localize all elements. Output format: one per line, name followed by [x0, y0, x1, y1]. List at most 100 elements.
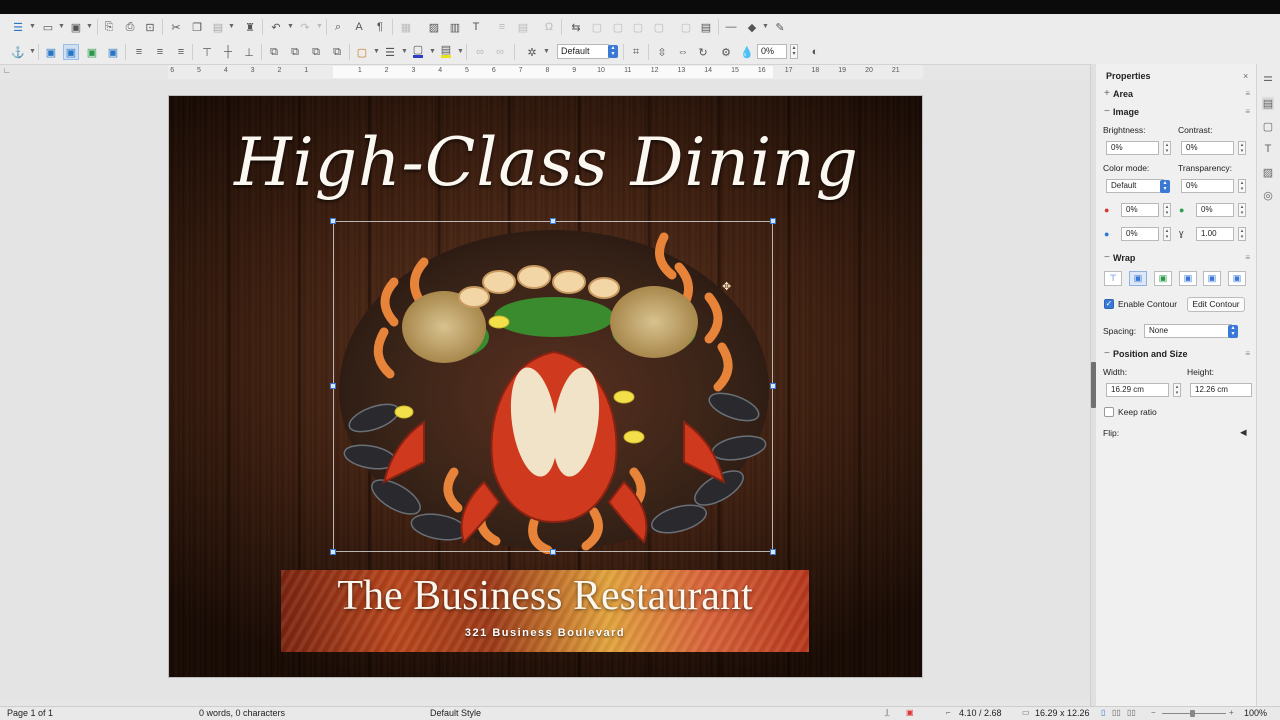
chevron-down-icon[interactable]: ▼: [543, 48, 550, 55]
align-bottom-icon[interactable]: ⊥: [241, 44, 257, 60]
ruler-tab-icon[interactable]: ∟: [3, 66, 11, 75]
collapse-icon[interactable]: −: [1104, 106, 1110, 117]
wrap-through-icon[interactable]: ▣: [105, 44, 121, 60]
resize-handle-bottom-left[interactable]: [330, 549, 336, 555]
send-backward-icon[interactable]: ⧉: [308, 44, 324, 60]
align-left-icon[interactable]: ≡: [131, 44, 147, 60]
background-color-icon[interactable]: ▤: [438, 44, 454, 60]
width-field[interactable]: 16.29 cm: [1106, 383, 1169, 397]
find-replace-icon[interactable]: ⌕: [330, 19, 346, 35]
insert-chart-icon[interactable]: ▥: [447, 19, 463, 35]
clone-formatting-icon[interactable]: ♜: [242, 19, 258, 35]
transparency-field[interactable]: 0%: [757, 44, 787, 59]
gamma-field[interactable]: 1.00: [1196, 227, 1234, 241]
rotate-icon[interactable]: ↻: [695, 44, 711, 60]
send-to-back-icon[interactable]: ⧉: [329, 44, 345, 60]
collapse-icon[interactable]: −: [1104, 348, 1110, 359]
green-field[interactable]: 0%: [1196, 203, 1234, 217]
color-icon[interactable]: ◐: [807, 44, 823, 60]
navigator-tab-icon[interactable]: ◎: [1262, 189, 1274, 202]
chevron-down-icon[interactable]: ▼: [86, 23, 93, 30]
insert-textbox-icon[interactable]: T: [468, 19, 484, 35]
wrap-after-button[interactable]: ▣: [1203, 271, 1221, 286]
blue-field[interactable]: 0%: [1121, 227, 1159, 241]
brightness-field[interactable]: 0%: [1106, 141, 1159, 155]
align-middle-icon[interactable]: ┼: [220, 44, 236, 60]
undo-icon[interactable]: ↶: [268, 19, 284, 35]
red-spinner[interactable]: ▴ ▾: [1163, 203, 1171, 217]
align-top-icon[interactable]: ⊤: [199, 44, 215, 60]
flip-vertical-icon[interactable]: ⇳: [654, 44, 670, 60]
resize-handle-bottom[interactable]: [550, 549, 556, 555]
section-menu-icon[interactable]: ≡: [1245, 349, 1250, 358]
wrap-before-button[interactable]: ▣: [1179, 271, 1197, 286]
resize-handle-bottom-right[interactable]: [770, 549, 776, 555]
track-changes-icon[interactable]: ▤: [698, 19, 714, 35]
print-preview-icon[interactable]: ⊡: [142, 19, 158, 35]
resize-handle-top-right[interactable]: [770, 218, 776, 224]
redo-icon[interactable]: ↷: [297, 19, 313, 35]
insert-table-icon[interactable]: ▦: [398, 19, 414, 35]
blue-spinner[interactable]: ▴ ▾: [1163, 227, 1171, 241]
color-mode-dropdown-icon[interactable]: ▴ ▾: [1160, 180, 1170, 193]
restaurant-banner[interactable]: The Business Restaurant 321 Business Bou…: [281, 570, 809, 652]
chevron-down-icon[interactable]: ▼: [58, 23, 65, 30]
page-style[interactable]: Default Style: [430, 708, 481, 718]
flip-horizontal-icon[interactable]: ⇔: [675, 44, 691, 60]
chevron-down-icon[interactable]: ▼: [429, 48, 436, 55]
cross-reference-icon[interactable]: ▢: [651, 19, 667, 35]
spacing-dropdown-icon[interactable]: ▴ ▾: [1228, 325, 1238, 338]
wrap-section-header[interactable]: − Wrap ≡: [1100, 252, 1252, 266]
spelling-icon[interactable]: A: [351, 19, 367, 35]
image-filter-icon[interactable]: ✲: [524, 44, 540, 60]
flip-dropdown-icon[interactable]: ◀: [1240, 427, 1247, 438]
chevron-down-icon[interactable]: ▼: [373, 48, 380, 55]
image-properties-icon[interactable]: ⚙: [718, 44, 734, 60]
basic-shapes-icon[interactable]: ◆: [744, 19, 760, 35]
transparency-field[interactable]: 0%: [1181, 179, 1234, 193]
endnote-icon[interactable]: ▢: [610, 19, 626, 35]
chevron-down-icon[interactable]: ▼: [401, 48, 408, 55]
footnote-icon[interactable]: ▢: [589, 19, 605, 35]
wrap-optimal-icon[interactable]: ▣: [84, 44, 100, 60]
wrap-page-icon[interactable]: ▣: [63, 44, 79, 60]
transparency-spinner[interactable]: ▴ ▾: [790, 44, 798, 59]
image-selection-frame[interactable]: [333, 221, 773, 552]
insert-line-icon[interactable]: —: [723, 19, 739, 35]
green-spinner[interactable]: ▴ ▾: [1238, 203, 1246, 217]
color-mode-select[interactable]: Default: [1106, 179, 1164, 193]
edit-contour-button[interactable]: Edit Contour: [1187, 297, 1245, 312]
ungroup-icon[interactable]: ∞: [492, 44, 508, 60]
contrast-field[interactable]: 0%: [1181, 141, 1234, 155]
image-mode-select[interactable]: Default: [557, 44, 609, 59]
multi-page-view-icon[interactable]: ▯▯: [1112, 708, 1121, 717]
height-field[interactable]: 12.26 cm: [1190, 383, 1252, 397]
chevron-down-icon[interactable]: ▼: [29, 23, 36, 30]
expand-icon[interactable]: +: [1104, 88, 1110, 99]
align-right-icon[interactable]: ≡: [173, 44, 189, 60]
document-modified-icon[interactable]: ▣: [906, 708, 914, 717]
resize-handle-right[interactable]: [770, 383, 776, 389]
enable-contour-checkbox[interactable]: ✓: [1104, 299, 1114, 309]
resize-handle-top-left[interactable]: [330, 218, 336, 224]
chevron-down-icon[interactable]: ▼: [29, 48, 36, 55]
styles-tab-icon[interactable]: T: [1262, 143, 1274, 155]
zoom-slider-thumb[interactable]: [1190, 710, 1195, 717]
copy-icon[interactable]: ❐: [189, 19, 205, 35]
bring-forward-icon[interactable]: ⧉: [287, 44, 303, 60]
resize-handle-top[interactable]: [550, 218, 556, 224]
book-view-icon[interactable]: ▯▯: [1127, 708, 1136, 717]
transparency-icon[interactable]: 💧: [739, 44, 755, 60]
section-menu-icon[interactable]: ≡: [1245, 107, 1250, 116]
group-icon[interactable]: ∞: [472, 44, 488, 60]
zoom-in-icon[interactable]: +: [1229, 708, 1234, 717]
hyperlink-icon[interactable]: ⇆: [568, 19, 584, 35]
anchor-icon[interactable]: ⚓: [10, 44, 26, 60]
contrast-spinner[interactable]: ▴ ▾: [1238, 141, 1246, 155]
chevron-down-icon[interactable]: ▼: [287, 23, 294, 30]
spacing-select[interactable]: None: [1144, 324, 1232, 338]
wrap-parallel-button[interactable]: ▣: [1129, 271, 1147, 286]
print-icon[interactable]: ⎙: [122, 19, 138, 35]
open-folder-icon[interactable]: ▭: [40, 19, 56, 35]
page-count[interactable]: Page 1 of 1: [7, 708, 53, 718]
